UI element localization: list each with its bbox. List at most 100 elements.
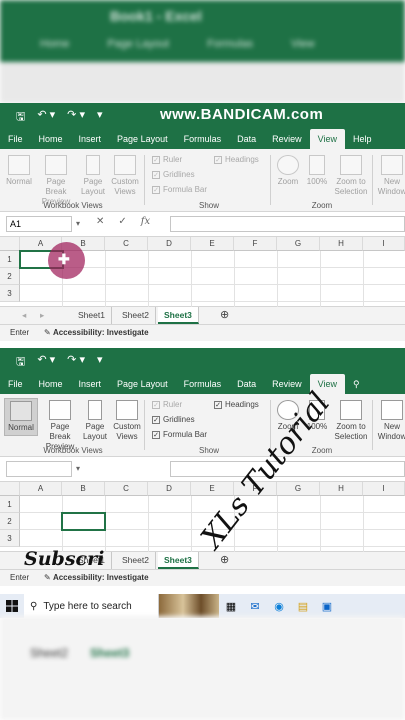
custom-views-button[interactable]: Custom Views: [110, 400, 144, 442]
row-header[interactable]: 2: [0, 513, 20, 530]
sheet-tab[interactable]: Sheet1: [72, 307, 112, 324]
task-view-icon[interactable]: ▦: [219, 594, 243, 618]
save-icon[interactable]: 🖫: [16, 353, 25, 372]
lightbulb-icon[interactable]: ⚲: [345, 374, 368, 394]
sheet-tab-active[interactable]: Sheet3: [158, 307, 199, 324]
edge-icon[interactable]: ◉: [267, 594, 291, 618]
tab-page-layout[interactable]: Page Layout: [109, 374, 176, 394]
taskbar-search-box[interactable]: ⚲ Type here to search: [24, 594, 159, 618]
tab-file[interactable]: File: [0, 374, 31, 394]
select-all-corner[interactable]: [0, 482, 20, 496]
cancel-icon[interactable]: ✕: [96, 216, 104, 227]
customize-icon[interactable]: ▾: [97, 353, 103, 372]
column-header[interactable]: H: [320, 237, 363, 251]
column-header[interactable]: D: [148, 482, 191, 496]
custom-views-button[interactable]: Custom Views: [108, 155, 142, 197]
tab-data[interactable]: Data: [229, 374, 264, 394]
new-window-button[interactable]: New Window: [376, 155, 405, 197]
page-break-preview-button[interactable]: Page Break Preview: [36, 155, 76, 207]
add-sheet-icon[interactable]: ⊕: [220, 308, 229, 321]
tab-home[interactable]: Home: [31, 129, 71, 149]
column-header[interactable]: I: [363, 482, 405, 496]
headings-checkbox[interactable]: ✓ Headings: [214, 155, 259, 164]
save-icon[interactable]: 🖫: [16, 108, 25, 127]
ruler-checkbox[interactable]: ✓ Ruler: [152, 155, 182, 164]
tab-review[interactable]: Review: [264, 374, 310, 394]
windows-logo-icon: [6, 600, 18, 612]
undo-icon[interactable]: ↶ ▾: [37, 353, 55, 372]
tab-review[interactable]: Review: [264, 129, 310, 149]
column-header[interactable]: H: [320, 482, 363, 496]
ruler-checkbox[interactable]: ✓ Ruler: [152, 400, 182, 409]
tab-formulas[interactable]: Formulas: [176, 129, 230, 149]
row-header[interactable]: 3: [0, 530, 20, 547]
column-header[interactable]: I: [363, 237, 405, 251]
tab-help[interactable]: Help: [345, 129, 380, 149]
column-header[interactable]: F: [234, 237, 277, 251]
page-break-preview-button[interactable]: Page Break Preview: [40, 400, 80, 452]
sheet-tab[interactable]: Sheet2: [116, 307, 156, 324]
tab-view[interactable]: View: [309, 129, 345, 149]
bandicam-watermark: www.BANDICAM.com: [160, 106, 324, 123]
row-header[interactable]: 1: [0, 251, 20, 268]
column-header[interactable]: A: [20, 482, 62, 496]
fx-icon[interactable]: fx: [141, 216, 150, 227]
tab-file[interactable]: File: [0, 129, 31, 149]
undo-icon[interactable]: ↶ ▾: [37, 108, 55, 127]
tab-page-layout[interactable]: Page Layout: [109, 129, 176, 149]
formula-input[interactable]: [170, 216, 405, 232]
column-header[interactable]: C: [105, 237, 148, 251]
tab-insert[interactable]: Insert: [71, 129, 110, 149]
excel-window-top: 🖫 ↶ ▾ ↷ ▾ ▾ www.BANDICAM.com File Home I…: [0, 103, 405, 348]
cursor-cross-icon: ✚: [58, 251, 70, 267]
page-layout-button[interactable]: Page Layout: [82, 400, 108, 442]
column-header[interactable]: D: [148, 237, 191, 251]
sheet-tab[interactable]: Sheet2: [116, 552, 156, 569]
store-icon[interactable]: ▣: [315, 594, 339, 618]
formula-bar-checkbox[interactable]: ✓ Formula Bar: [152, 185, 207, 194]
row-header[interactable]: 1: [0, 496, 20, 513]
zoom-to-selection-button[interactable]: Zoom to Selection: [332, 155, 370, 197]
normal-view-button[interactable]: Normal: [4, 398, 38, 436]
column-header[interactable]: C: [105, 482, 148, 496]
gridlines-checkbox[interactable]: ✓ Gridlines: [152, 170, 195, 179]
tab-home[interactable]: Home: [31, 374, 71, 394]
page-layout-button[interactable]: Page Layout: [80, 155, 106, 197]
gridlines-checkbox[interactable]: ✓ Gridlines: [152, 415, 195, 424]
tab-data[interactable]: Data: [229, 129, 264, 149]
column-header[interactable]: E: [191, 237, 234, 251]
next-sheet-icon[interactable]: ▸: [40, 310, 44, 321]
name-box[interactable]: [6, 461, 72, 477]
redo-icon[interactable]: ↷ ▾: [67, 108, 85, 127]
name-box-dropdown-icon[interactable]: ▾: [76, 464, 80, 473]
name-box-dropdown-icon[interactable]: ▾: [76, 219, 80, 228]
headings-checkbox[interactable]: ✓ Headings: [214, 400, 259, 409]
normal-view-button[interactable]: Normal: [4, 155, 34, 187]
accessibility-status[interactable]: ✎ Accessibility: Investigate: [44, 328, 149, 337]
selected-cell-b2[interactable]: [61, 512, 106, 531]
zoom-button[interactable]: Zoom: [274, 155, 302, 187]
column-header[interactable]: G: [277, 482, 320, 496]
accessibility-status[interactable]: ✎ Accessibility: Investigate: [44, 573, 149, 582]
customize-icon[interactable]: ▾: [97, 108, 103, 127]
redo-icon[interactable]: ↷ ▾: [67, 353, 85, 372]
tab-insert[interactable]: Insert: [71, 374, 110, 394]
blurred-bottom-background: Sheet2 Sheet3: [0, 616, 405, 720]
zoom-100-button[interactable]: 100%: [304, 155, 330, 187]
zoom-to-selection-button[interactable]: Zoom to Selection: [332, 400, 370, 442]
sheet-tab-active[interactable]: Sheet3: [158, 552, 199, 569]
mail-icon[interactable]: ✉: [243, 594, 267, 618]
column-header[interactable]: G: [277, 237, 320, 251]
name-box[interactable]: A1: [6, 216, 72, 232]
enter-icon[interactable]: ✓: [118, 216, 126, 227]
column-header[interactable]: B: [62, 482, 105, 496]
new-window-button[interactable]: New Window: [376, 400, 405, 442]
select-all-corner[interactable]: [0, 237, 20, 251]
prev-sheet-icon[interactable]: ◂: [22, 310, 26, 321]
formula-bar-checkbox[interactable]: ✓ Formula Bar: [152, 430, 207, 439]
row-header[interactable]: 3: [0, 285, 20, 302]
file-explorer-icon[interactable]: ▤: [291, 594, 315, 618]
row-header[interactable]: 2: [0, 268, 20, 285]
tab-formulas[interactable]: Formulas: [176, 374, 230, 394]
windows-start-button[interactable]: [0, 594, 24, 618]
